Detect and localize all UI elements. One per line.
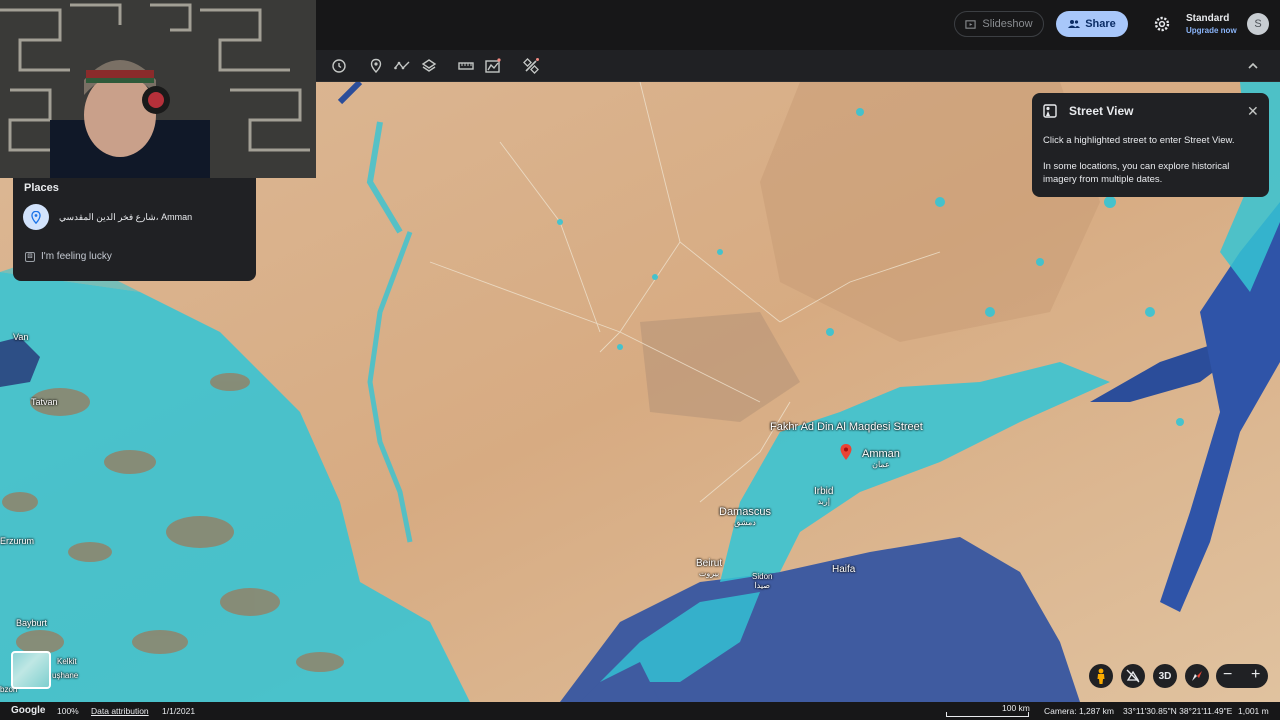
3d-toggle-button[interactable]: 3D: [1153, 664, 1177, 688]
beirut-name: Beirut: [696, 558, 723, 569]
city-label-erzurum[interactable]: Erzurum: [0, 536, 34, 546]
satellite-icon[interactable]: [521, 56, 541, 76]
city-label-kelkit[interactable]: Kelkit: [57, 657, 77, 666]
share-button[interactable]: Share: [1056, 11, 1128, 37]
layers-icon[interactable]: [419, 56, 439, 76]
city-label-gumushane[interactable]: uşhane: [52, 671, 78, 680]
plan-name: Standard: [1186, 13, 1230, 24]
imagery-date: 1/1/2021: [162, 706, 196, 716]
place-pin-icon: [23, 204, 49, 230]
zoom-level: 100%: [57, 706, 79, 716]
place-item-label: شارع فخر الدين المقدسي، Amman: [59, 211, 193, 222]
map-style-thumbnail[interactable]: [11, 651, 51, 689]
place-item[interactable]: شارع فخر الدين المقدسي، Amman: [23, 204, 248, 230]
irbid-arabic: إربد: [817, 497, 830, 506]
damascus-name: Damascus: [719, 506, 771, 518]
google-logo: Google: [11, 705, 46, 716]
street-view-icon: [1043, 104, 1057, 118]
history-icon[interactable]: [329, 56, 349, 76]
street-view-title: Street View: [1069, 104, 1134, 118]
avatar[interactable]: S: [1247, 13, 1269, 35]
street-view-text-1: Click a highlighted street to enter Stre…: [1043, 135, 1235, 146]
ruler-icon[interactable]: [456, 56, 476, 76]
people-icon: [1068, 20, 1081, 28]
settings-gear-icon[interactable]: [1152, 14, 1172, 34]
sidon-arabic: صيدا: [754, 581, 771, 590]
city-label-bayburt[interactable]: Bayburt: [16, 618, 47, 628]
zoom-controls: − +: [1216, 664, 1268, 688]
city-label-tatvan[interactable]: Tatvan: [31, 397, 58, 407]
chart-icon[interactable]: [483, 56, 503, 76]
zoom-in-button[interactable]: +: [1251, 666, 1260, 684]
status-bar: Google 100% Data attribution 1/1/2021 10…: [0, 702, 1280, 720]
beirut-arabic: بيروت: [698, 569, 720, 578]
street-label[interactable]: Fakhr Ad Din Al Maqdesi Street: [770, 421, 923, 433]
street-view-text-2: In some locations, you can explore histo…: [1043, 161, 1230, 185]
irbid-name: Irbid: [814, 486, 834, 497]
path-icon[interactable]: [392, 56, 412, 76]
data-attribution-link[interactable]: Data attribution: [91, 706, 149, 716]
amman-name: Amman: [862, 448, 900, 460]
camera-altitude: Camera: 1,287 km: [1044, 706, 1114, 716]
webcam-image: [0, 0, 316, 178]
damascus-arabic: دمشق: [734, 518, 756, 527]
slideshow-icon: [965, 19, 977, 29]
sidon-name: Sidon: [752, 572, 773, 581]
city-label-amman[interactable]: Amman عمان: [862, 448, 900, 469]
chevron-up-icon[interactable]: [1243, 56, 1263, 76]
city-label-haifa[interactable]: Haifa: [832, 564, 855, 575]
city-label-beirut[interactable]: Beirut بيروت: [696, 558, 722, 578]
share-label: Share: [1085, 18, 1116, 30]
upgrade-link[interactable]: Upgrade now: [1186, 25, 1237, 37]
ground-altitude: 1,001 m: [1238, 706, 1269, 716]
places-title: Places: [24, 182, 59, 194]
city-label-damascus[interactable]: Damascus دمشق: [719, 506, 771, 527]
city-label-sidon[interactable]: Sidon صيدا: [752, 572, 772, 590]
plan-info[interactable]: Standard Upgrade now: [1186, 13, 1237, 37]
location-pin-icon[interactable]: [840, 444, 852, 460]
amman-arabic: عمان: [872, 460, 890, 469]
tilt-off-icon[interactable]: [1121, 664, 1145, 688]
feeling-lucky-button[interactable]: ⚄ I'm feeling lucky: [25, 251, 112, 262]
coordinates: 33°11'30.85"N 38°21'11.49"E: [1123, 706, 1233, 716]
slideshow-button[interactable]: Slideshow: [954, 11, 1044, 37]
city-label-irbid[interactable]: Irbid إربد: [814, 486, 833, 506]
slideshow-label: Slideshow: [982, 18, 1033, 30]
close-icon[interactable]: ✕: [1247, 104, 1259, 118]
street-view-card: Street View ✕ Click a highlighted street…: [1032, 93, 1269, 197]
placemark-icon[interactable]: [366, 56, 386, 76]
pegman-icon[interactable]: [1089, 664, 1113, 688]
map-toolbar: [316, 50, 1280, 82]
feeling-lucky-label: I'm feeling lucky: [41, 251, 112, 262]
webcam-overlay: [0, 0, 316, 178]
scale-bar: [946, 712, 1029, 717]
zoom-out-button[interactable]: −: [1223, 666, 1232, 684]
city-label-van[interactable]: Van: [13, 332, 28, 342]
places-panel: Places شارع فخر الدين المقدسي، Amman ⚄ I…: [13, 178, 256, 281]
compass-icon[interactable]: [1185, 664, 1209, 688]
dice-icon: ⚄: [25, 251, 35, 262]
